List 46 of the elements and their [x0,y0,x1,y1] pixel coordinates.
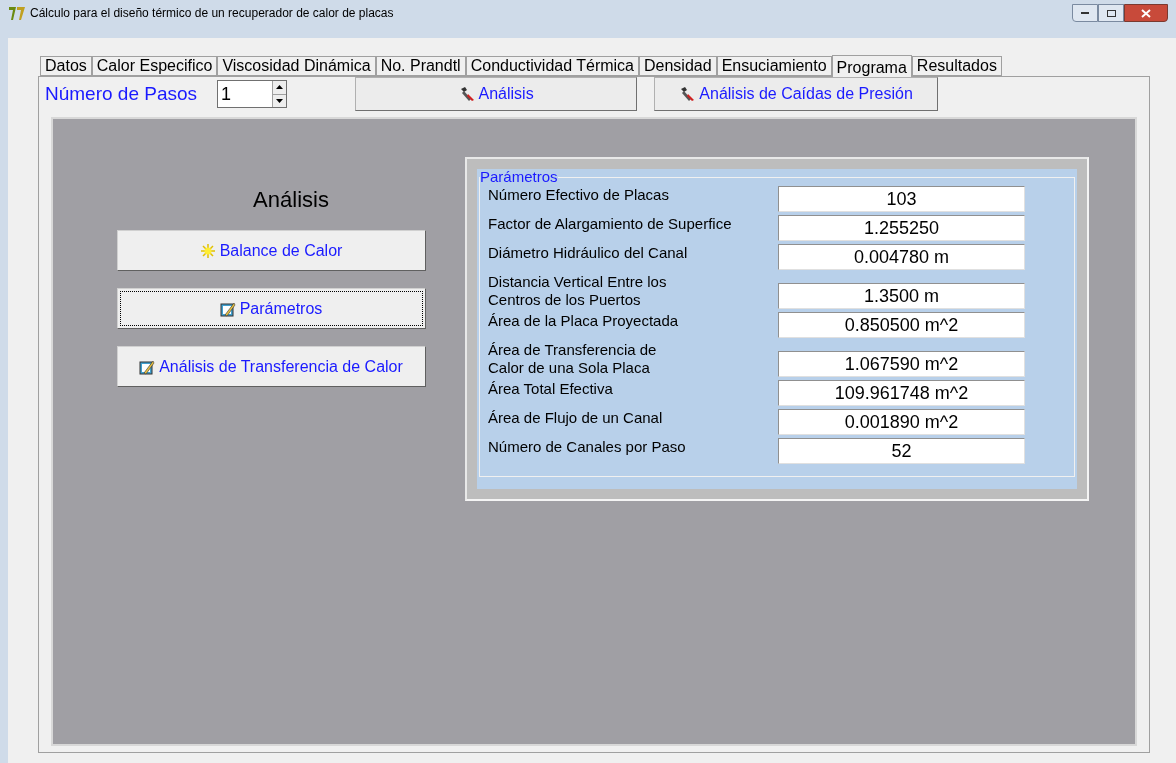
parameter-value: 0.001890 m^2 [778,409,1025,435]
parameter-value: 0.004780 m [778,244,1025,270]
parameter-value: 109.961748 m^2 [778,380,1025,406]
parameter-label: Distancia Vertical Entre los Centros de los Puertos [488,273,668,309]
steps-label: Número de Pasos [45,81,198,106]
parameter-label: Número de Canales por Paso [488,438,687,456]
toolbar-button[interactable]: Análisis de Caídas de Presión [654,77,939,111]
parameter-label: Área de la Placa Proyectada [488,312,680,330]
notepad-pencil-icon [219,300,236,317]
notepad-pencil-icon [139,358,156,375]
tab[interactable]: Viscosidad Dinámica [217,56,376,76]
parameter-value: 103 [778,186,1025,212]
parameter-value: 1.067590 m^2 [778,351,1025,377]
tab[interactable]: Densidad [639,56,717,76]
maximize-button[interactable] [1098,4,1124,22]
close-button[interactable] [1124,4,1168,22]
parameter-value: 1.255250 [778,215,1025,241]
analysis-button[interactable]: Parámetros [116,288,426,329]
analysis-button[interactable]: Balance de Calor [116,230,426,271]
close-icon [1141,8,1151,18]
group-title: Parámetros [480,170,558,184]
analysis-button[interactable]: Análisis de Transferencia de Calor [116,346,426,387]
toolbar-button[interactable]: Análisis [355,77,638,111]
app-icon [8,5,26,21]
tab[interactable]: Datos [40,56,92,76]
parameter-label: Área Total Efectiva [488,380,614,398]
parameter-value: 0.850500 m^2 [778,312,1025,338]
parameter-label: Área de Flujo de un Canal [488,409,664,427]
parameter-value: 1.3500 m [778,283,1025,309]
tab[interactable]: Calor Especifico [91,56,218,76]
tab[interactable]: Resultados [911,56,1002,76]
wrench-icon [679,86,696,102]
parameter-label: Número Efectivo de Placas [488,186,670,204]
tab[interactable]: Conductividad Térmica [465,56,639,76]
parameter-label: Área de Transferencia de Calor de una Sola Placa [488,341,658,377]
tab[interactable]: No. Prandtl [375,56,466,76]
window-title: Cálculo para el diseño térmico de un recuperador de calor de placas [30,5,394,22]
steps-spinner[interactable]: 1 [217,80,288,108]
parameter-value: 52 [778,438,1025,464]
minimize-button[interactable] [1072,4,1098,22]
tab[interactable]: Ensuciamiento [716,56,832,76]
parameter-label: Diámetro Hidráulico del Canal [488,244,689,262]
analysis-heading: Análisis [253,186,329,214]
tab[interactable]: Programa [831,55,912,77]
sun-icon [199,242,216,259]
parameter-label: Factor de Alargamiento de Superfice [488,215,733,233]
